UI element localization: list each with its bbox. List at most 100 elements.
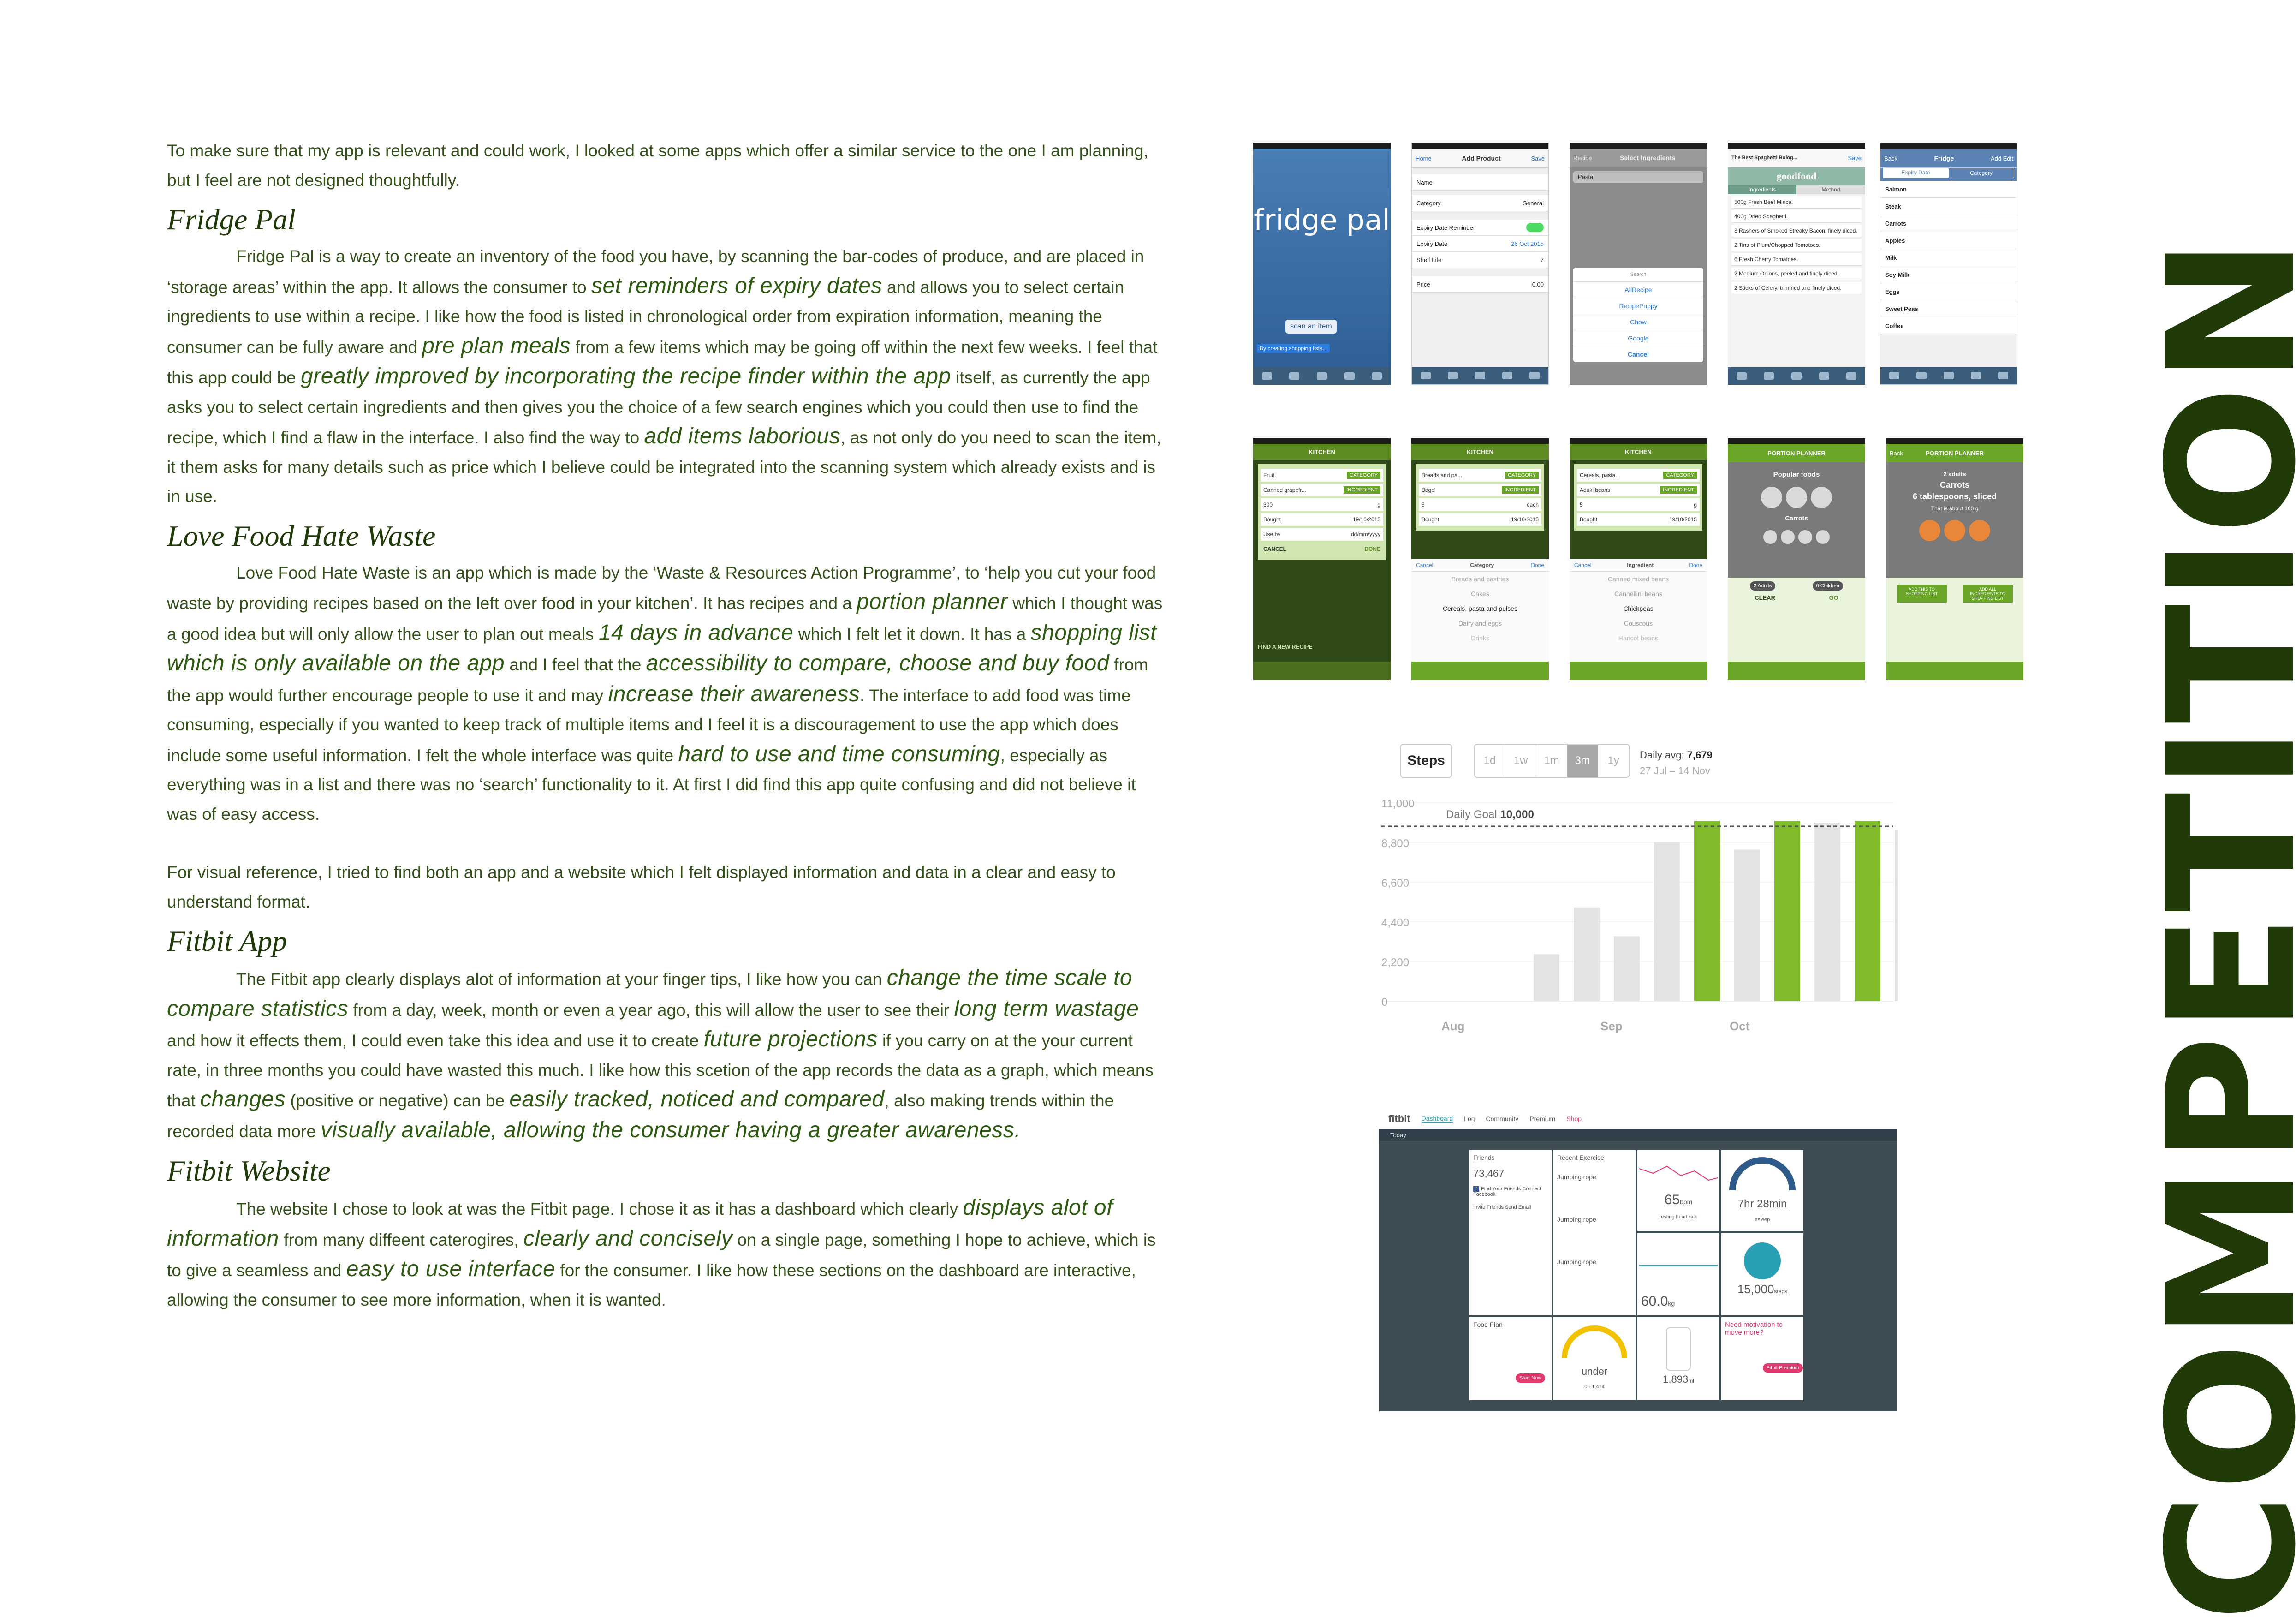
find-recipe-link[interactable]: FIND A NEW RECIPE	[1258, 644, 1386, 650]
nav-shop[interactable]: Shop	[1566, 1115, 1582, 1122]
go-button[interactable]: GO	[1829, 594, 1838, 601]
use-by-field[interactable]: Use by dd/mm/yyyy	[1261, 528, 1383, 541]
adults-stepper[interactable]: 2 Adults	[1750, 581, 1776, 591]
picker-done-button[interactable]: Done	[1689, 562, 1702, 568]
water-tile[interactable]: 1,893ml	[1637, 1317, 1719, 1400]
list-item[interactable]: Apples	[1880, 232, 2017, 249]
expiry-date-field[interactable]: Expiry Date 26 Oct 2015	[1412, 236, 1548, 252]
bar[interactable]	[1574, 907, 1600, 1001]
picker-option[interactable]: Breads and pastries	[1411, 572, 1549, 586]
bought-date-field[interactable]: Bought 19/10/2015	[1577, 513, 1700, 526]
exercise-tile[interactable]: Recent Exercise Jumping rope Jumping rop…	[1553, 1150, 1636, 1315]
tab-bar[interactable]	[1412, 367, 1548, 384]
nav-dashboard[interactable]: Dashboard	[1421, 1115, 1453, 1123]
picker-cancel-button[interactable]: Cancel	[1416, 562, 1433, 568]
bar[interactable]	[1614, 936, 1640, 1001]
option-allrecipe[interactable]: AllRecipe	[1573, 282, 1703, 298]
exercise-item[interactable]: Jumping rope	[1553, 1170, 1636, 1184]
bar[interactable]	[1855, 821, 1880, 1001]
bar[interactable]	[1814, 823, 1840, 1001]
bottom-nav[interactable]	[1728, 662, 1865, 680]
list-item[interactable]: Eggs	[1880, 283, 2017, 300]
add-button[interactable]: Add	[1991, 155, 2001, 162]
food-plan-tile[interactable]: Food Plan Start Now	[1469, 1317, 1552, 1400]
back-button[interactable]: Recipe	[1573, 155, 1592, 161]
cancel-button[interactable]: Cancel	[1573, 346, 1703, 362]
edit-button[interactable]: Edit	[2003, 155, 2013, 162]
exercise-item[interactable]: Jumping rope	[1553, 1254, 1636, 1269]
list-item[interactable]: Milk	[1880, 249, 2017, 266]
quantity-field[interactable]: 5g	[1577, 498, 1700, 511]
weight-tile[interactable]: 60.0kg	[1637, 1233, 1719, 1315]
quantity-field[interactable]: 5 each	[1419, 498, 1541, 511]
tab-bar[interactable]	[1728, 367, 1865, 385]
add-to-list-button[interactable]: ADD THIS TO SHOPPING LIST	[1897, 585, 1947, 603]
picker-option[interactable]: Couscous	[1570, 616, 1707, 631]
back-button[interactable]: Back	[1884, 155, 1897, 162]
picker-option[interactable]: Drinks	[1411, 631, 1549, 645]
scan-item-button[interactable]: scan an item	[1285, 320, 1337, 334]
add-all-button[interactable]: ADD ALL INGREDIENTS TO SHOPPING LIST	[1963, 585, 2013, 603]
category-field[interactable]: Fruit CATEGORY	[1261, 469, 1383, 482]
category-field[interactable]: Cereals, pasta... CATEGORY	[1577, 469, 1700, 482]
list-item[interactable]: Carrots	[1880, 215, 2017, 232]
bought-date-field[interactable]: Bought 19/10/2015	[1419, 513, 1541, 526]
bottom-nav[interactable]	[1253, 662, 1391, 680]
list-item[interactable]: Coffee	[1880, 317, 2017, 334]
picker-option[interactable]: Haricot beans	[1570, 631, 1707, 645]
food-choices[interactable]	[1728, 487, 1865, 508]
picker-done-button[interactable]: Done	[1531, 562, 1544, 568]
picker-option-selected[interactable]: Cereals, pasta and pulses	[1411, 601, 1549, 616]
picker-option-selected[interactable]: Chickpeas	[1570, 601, 1707, 616]
children-stepper[interactable]: 0 Children	[1812, 581, 1843, 591]
picker-option[interactable]: Cakes	[1411, 586, 1549, 601]
tab-bar[interactable]	[1253, 367, 1391, 385]
done-button[interactable]: DONE	[1364, 546, 1380, 552]
budget-tile[interactable]: under 0 · 1,414	[1553, 1317, 1636, 1400]
ingredient-field[interactable]: Aduki beans INGREDIENT	[1577, 484, 1700, 496]
price-field[interactable]: Price 0.00	[1412, 276, 1548, 293]
picker-option[interactable]: Cannellini beans	[1570, 586, 1707, 601]
cancel-button[interactable]: CANCEL	[1263, 546, 1286, 552]
option-recipepuppy[interactable]: RecipePuppy	[1573, 298, 1703, 314]
list-item[interactable]: Steak	[1880, 198, 2017, 215]
expiry-reminder-toggle[interactable]: Expiry Date Reminder	[1412, 220, 1548, 236]
nav-premium[interactable]: Premium	[1529, 1115, 1555, 1122]
nav-community[interactable]: Community	[1486, 1115, 1519, 1122]
heart-rate-tile[interactable]: 65bpm resting heart rate	[1637, 1150, 1719, 1231]
bar[interactable]	[1654, 842, 1680, 1001]
premium-button[interactable]: Fitbit Premium	[1763, 1363, 1803, 1373]
save-button[interactable]: Save	[1848, 155, 1862, 161]
premium-tile[interactable]: Need motivation to move more? Fitbit Pre…	[1721, 1317, 1803, 1400]
nav-log[interactable]: Log	[1464, 1115, 1475, 1122]
exercise-item[interactable]: Jumping rope	[1553, 1212, 1636, 1227]
picker-cancel-button[interactable]: Cancel	[1574, 562, 1591, 568]
ingredient-field[interactable]: Bagel INGREDIENT	[1419, 484, 1541, 496]
save-button[interactable]: Save	[1531, 155, 1545, 162]
food-choices[interactable]	[1728, 530, 1865, 544]
tab-bar[interactable]	[1880, 367, 2017, 384]
bottom-nav[interactable]	[1411, 662, 1549, 680]
bought-date-field[interactable]: Bought 19/10/2015	[1261, 513, 1383, 526]
list-item[interactable]: Salmon	[1880, 181, 2017, 198]
back-button[interactable]: Back	[1890, 450, 1903, 457]
friends-tile[interactable]: Friends 73,467 f Find Your Friends Connec…	[1469, 1150, 1552, 1315]
quantity-field[interactable]: 300 g	[1261, 498, 1383, 511]
tab-category[interactable]: Category	[1948, 168, 2014, 178]
search-input[interactable]: Pasta	[1573, 171, 1703, 183]
bar[interactable]	[1694, 821, 1720, 1001]
bottom-nav[interactable]	[1570, 662, 1707, 680]
tab-ingredients[interactable]: Ingredients	[1728, 185, 1796, 194]
list-item[interactable]: Soy Milk	[1880, 266, 2017, 283]
bar[interactable]	[1774, 821, 1800, 1001]
invite-friends[interactable]: Invite Friends Send Email	[1469, 1201, 1552, 1214]
name-field[interactable]: Name	[1412, 174, 1548, 191]
back-button[interactable]: Home	[1416, 155, 1432, 162]
clear-button[interactable]: CLEAR	[1755, 594, 1775, 601]
ingredient-picker[interactable]: Cancel Ingredient Done Canned mixed bean…	[1570, 559, 1707, 663]
shelf-life-field[interactable]: Shelf Life 7	[1412, 252, 1548, 268]
option-google[interactable]: Google	[1573, 330, 1703, 346]
picker-option[interactable]: Canned mixed beans	[1570, 572, 1707, 586]
category-field[interactable]: Breads and pa... CATEGORY	[1419, 469, 1541, 482]
facebook-connect[interactable]: f Find Your Friends Connect Facebook	[1469, 1182, 1552, 1201]
